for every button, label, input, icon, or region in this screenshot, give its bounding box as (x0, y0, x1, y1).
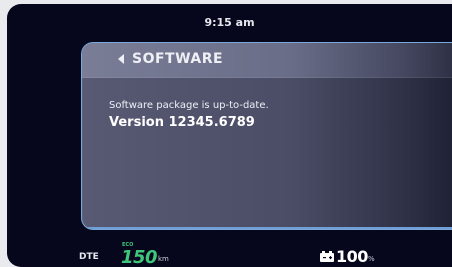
software-version: Version 12345.6789 (109, 115, 255, 130)
software-panel: SOFTWARE Software package is up-to-date.… (81, 42, 452, 230)
battery-unit: % (368, 255, 375, 263)
chevron-left-icon (118, 54, 124, 64)
battery-value: 100 (336, 247, 368, 266)
update-status-message: Software package is up-to-date. (109, 100, 269, 111)
clock: 9:15 am (204, 16, 255, 29)
panel-header: SOFTWARE (82, 43, 452, 78)
range-unit: km (158, 255, 169, 263)
back-button[interactable]: SOFTWARE (118, 51, 223, 67)
dte-label: DTE (79, 252, 99, 262)
instrument-display: 9:15 am SOFTWARE Software package is up-… (7, 4, 452, 267)
battery-icon (320, 251, 334, 262)
panel-title: SOFTWARE (132, 51, 224, 67)
range-value: 150 (121, 247, 158, 267)
